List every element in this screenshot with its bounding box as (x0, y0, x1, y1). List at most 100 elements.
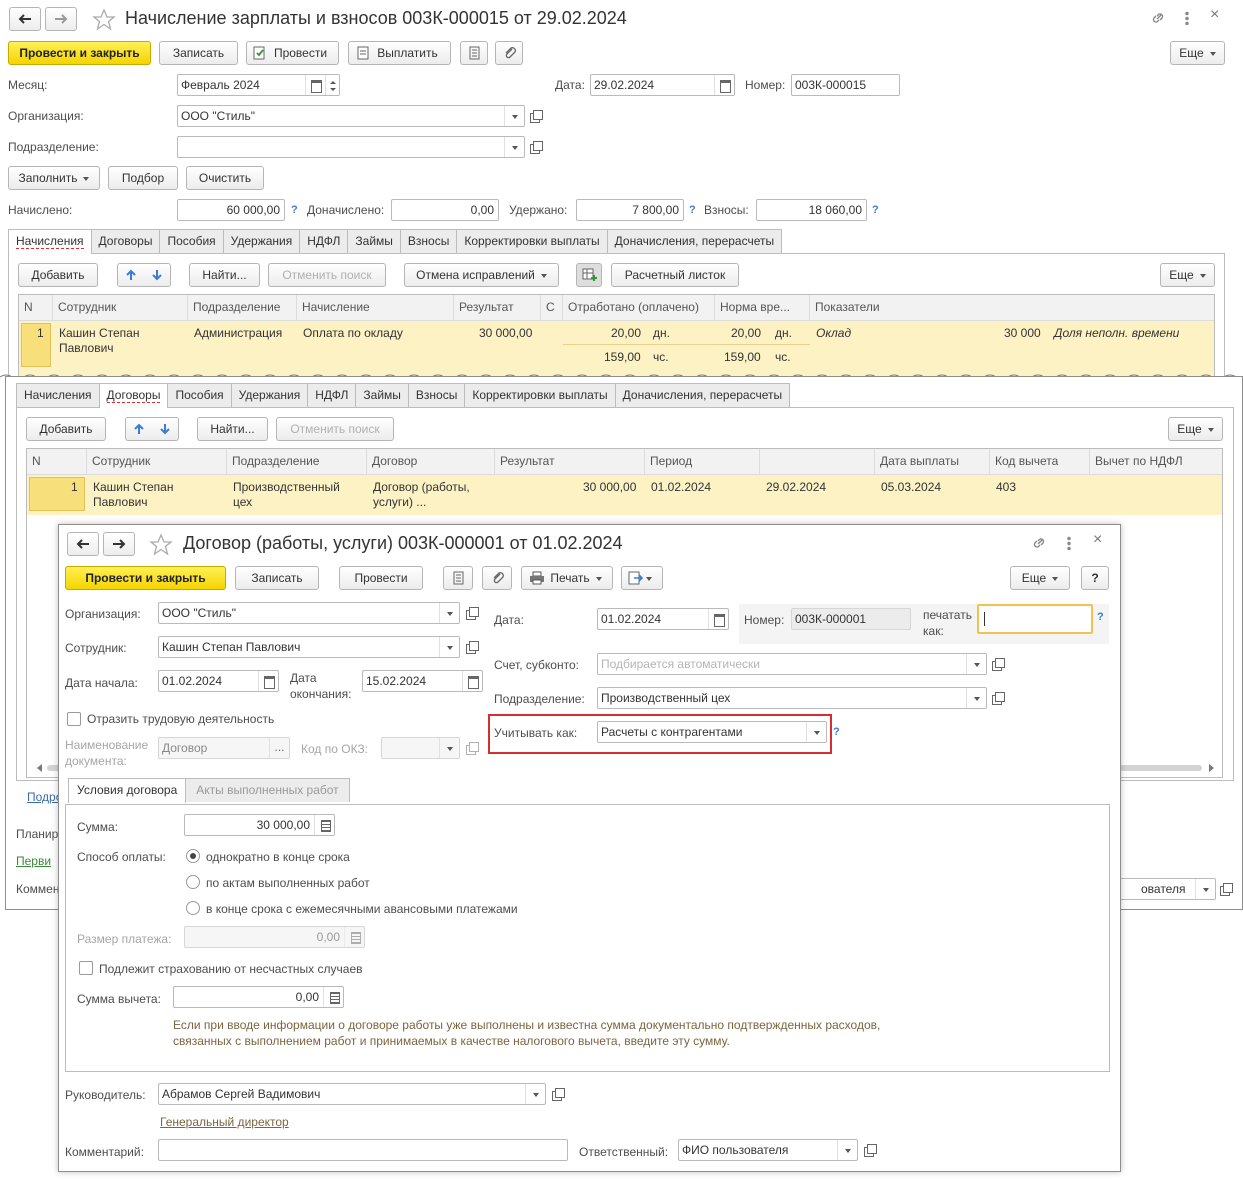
forward-button[interactable] (103, 532, 135, 556)
date-field[interactable]: 01.02.2024 (597, 608, 729, 630)
help-button[interactable]: ? (1081, 566, 1109, 590)
number-field[interactable]: 003К-000015 (791, 74, 900, 96)
print-as-field[interactable] (977, 604, 1093, 634)
col-indicators[interactable]: Показатели (810, 295, 1214, 321)
tab-loans[interactable]: Займы (355, 383, 409, 407)
tab-recalc[interactable]: Доначисления, перерасчеты (606, 229, 783, 253)
post-button[interactable]: Провести (246, 41, 339, 65)
comment-field[interactable] (158, 1139, 568, 1161)
col-ndfl-deduct[interactable]: Вычет по НДФЛ (1090, 449, 1222, 475)
grid-more-button[interactable]: Еще (1160, 263, 1215, 287)
chevron-down-icon[interactable] (966, 654, 986, 674)
post-close-button[interactable]: Провести и закрыть (8, 41, 151, 65)
tab-loans[interactable]: Займы (347, 229, 401, 253)
calendar-icon[interactable] (258, 671, 278, 691)
calculator-icon[interactable] (344, 927, 364, 947)
start-date-field[interactable]: 01.02.2024 (158, 670, 279, 692)
open-icon[interactable] (551, 1087, 565, 1101)
report-button[interactable] (443, 566, 473, 590)
add-button[interactable]: Добавить (18, 263, 98, 287)
col-result[interactable]: Результат (495, 449, 645, 475)
labor-checkbox[interactable] (67, 712, 81, 726)
grid-settings-button[interactable] (576, 263, 602, 287)
pay-option-once[interactable] (186, 849, 200, 863)
chevron-down-icon[interactable] (837, 1140, 857, 1160)
tab-accruals[interactable]: Начисления (16, 383, 100, 407)
save-button[interactable]: Записать (235, 566, 319, 590)
attach-button[interactable] (482, 566, 512, 590)
chevron-down-icon[interactable] (439, 603, 459, 623)
col-n[interactable]: N (27, 449, 87, 475)
tab-pay-corrections[interactable]: Корректировки выплаты (464, 383, 616, 407)
calculator-icon[interactable] (323, 987, 343, 1007)
col-period[interactable]: Период (645, 449, 760, 475)
help-icon[interactable]: ? (833, 726, 840, 738)
insurance-checkbox[interactable] (79, 961, 93, 975)
primary-link[interactable]: Перви (16, 854, 51, 868)
tab-ndfl[interactable]: НДФЛ (307, 383, 357, 407)
chevron-down-icon[interactable] (525, 1084, 545, 1104)
link-icon[interactable] (1031, 535, 1047, 551)
chevron-down-icon[interactable] (504, 137, 524, 157)
okz-field[interactable] (381, 737, 460, 759)
open-icon[interactable] (465, 741, 479, 755)
col-n[interactable]: N (19, 295, 53, 321)
calendar-icon[interactable] (708, 609, 728, 629)
spin-icon[interactable] (325, 75, 339, 95)
chevron-down-icon[interactable] (966, 688, 986, 708)
forward-button[interactable] (45, 7, 77, 31)
tab-benefits[interactable]: Пособия (167, 383, 232, 407)
report-button[interactable] (460, 41, 488, 65)
col-pay-date[interactable]: Дата выплаты (875, 449, 990, 475)
account-field[interactable]: Подбирается автоматически (597, 653, 987, 675)
head-position-link[interactable]: Генеральный директор (160, 1115, 289, 1129)
close-icon[interactable]: × (1093, 531, 1102, 549)
cancel-search-button[interactable]: Отменить поиск (268, 263, 386, 287)
col-employee[interactable]: Сотрудник (87, 449, 227, 475)
move-up-button[interactable] (117, 263, 171, 287)
date-field[interactable]: 29.02.2024 (590, 74, 735, 96)
help-icon[interactable]: ? (1097, 611, 1104, 623)
calendar-icon[interactable] (714, 75, 734, 95)
scroll-right-icon[interactable] (1209, 764, 1218, 772)
open-icon[interactable] (1219, 882, 1233, 896)
ellipsis-icon[interactable]: ... (269, 738, 289, 758)
tab-deductions[interactable]: Удержания (230, 383, 309, 407)
grid-more-button[interactable]: Еще (1168, 417, 1223, 441)
help-icon[interactable]: ? (872, 204, 879, 216)
responsible-field[interactable]: ФИО пользователя (678, 1139, 858, 1161)
col-period-to[interactable] (760, 449, 875, 475)
tab-contracts[interactable]: Договоры (98, 383, 169, 408)
help-icon[interactable]: ? (291, 204, 298, 216)
deduct-field[interactable]: 0,00 (173, 986, 344, 1008)
end-date-field[interactable]: 15.02.2024 (362, 670, 483, 692)
pay-button[interactable]: Выплатить (348, 41, 451, 65)
chevron-down-icon[interactable] (1195, 879, 1215, 899)
col-norm[interactable]: Норма вре... (715, 295, 810, 321)
post-close-button[interactable]: Провести и закрыть (65, 566, 226, 590)
docname-field[interactable]: Договор ... (158, 737, 290, 759)
extra-field[interactable]: 0,00 (391, 199, 499, 221)
tab-accruals[interactable]: Начисления (8, 229, 92, 254)
close-icon[interactable]: × (1210, 6, 1219, 24)
tab-contributions[interactable]: Взносы (399, 229, 458, 253)
tab-pay-corrections[interactable]: Корректировки выплаты (456, 229, 608, 253)
fill-button[interactable]: Заполнить (8, 166, 100, 190)
tab-contracts[interactable]: Договоры (90, 229, 161, 253)
calculator-icon[interactable] (314, 815, 334, 835)
open-icon[interactable] (991, 657, 1005, 671)
select-button[interactable]: Подбор (108, 166, 178, 190)
link-icon[interactable] (1150, 10, 1166, 26)
calendar-icon[interactable] (305, 75, 325, 95)
star-icon[interactable] (92, 8, 116, 32)
save-button[interactable]: Записать (159, 41, 238, 65)
open-icon[interactable] (529, 140, 543, 154)
col-deduct-code[interactable]: Код вычета (990, 449, 1090, 475)
month-field[interactable]: Февраль 2024 (177, 74, 340, 96)
withheld-field[interactable]: 7 800,00 (576, 199, 684, 221)
dept-field[interactable] (177, 136, 525, 158)
chevron-down-icon[interactable] (439, 738, 459, 758)
tab-conditions[interactable]: Условия договора (68, 778, 187, 803)
open-icon[interactable] (991, 691, 1005, 705)
cancel-fix-button[interactable]: Отмена исправлений (404, 263, 559, 287)
